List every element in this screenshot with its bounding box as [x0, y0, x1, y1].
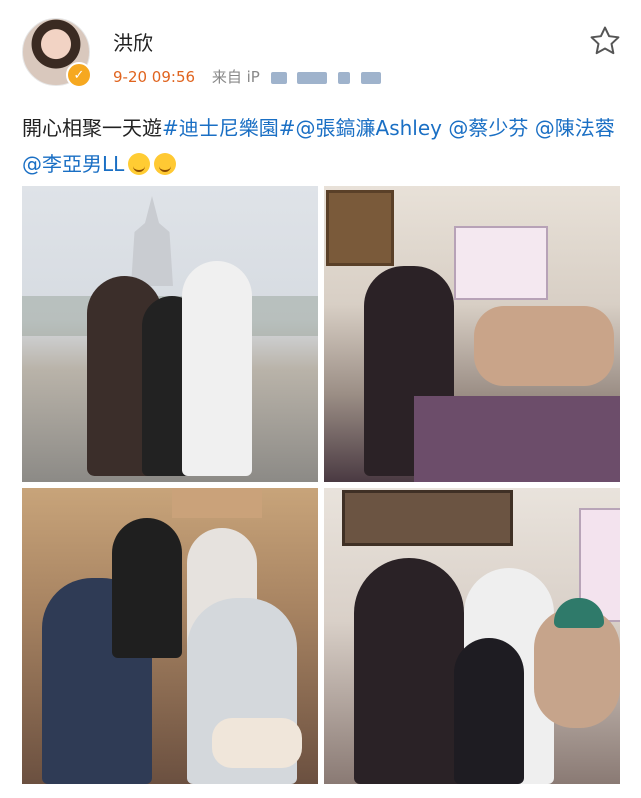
post-source: 来自 iP [211, 68, 260, 86]
post-header: ✓ 洪欣 9-20 09:56 来自 iP [0, 0, 641, 100]
mention-link[interactable]: @李亞男LL [22, 152, 124, 176]
avatar[interactable]: ✓ [22, 18, 92, 88]
post-meta: 9-20 09:56 来自 iP [113, 66, 381, 87]
hashtag-link[interactable]: #迪士尼樂園# [162, 116, 296, 140]
wall-painting [342, 490, 513, 546]
surprised-emoji [154, 153, 177, 175]
post-text: 開心相聚一天遊#迪士尼樂園#@張鎬濂Ashley @蔡少芬 @陳法蓉 @李亞男L… [22, 110, 618, 182]
redacted-block [297, 71, 328, 84]
post-timestamp: 9-20 09:56 [113, 68, 196, 86]
ceiling-lamp [172, 488, 262, 518]
wall-painting [326, 190, 394, 266]
mention-link[interactable]: @張鎬濂Ashley [296, 116, 442, 140]
table [414, 396, 620, 482]
mention-link[interactable]: @蔡少芬 [448, 116, 528, 140]
redacted-block [338, 71, 351, 84]
star-outline-icon[interactable] [588, 24, 622, 58]
photo-castle-family[interactable] [22, 186, 318, 482]
verified-badge-icon: ✓ [66, 62, 92, 88]
person-woman [112, 518, 182, 658]
redacted-block [270, 71, 287, 84]
post-text-lead: 開心相聚一天遊 [22, 116, 162, 140]
plush-toys [474, 306, 614, 386]
photo-group-friends[interactable] [22, 488, 318, 784]
cake-stand [212, 718, 302, 768]
person-man [182, 261, 252, 476]
mention-link[interactable]: @陳法蓉 [535, 116, 615, 140]
username[interactable]: 洪欣 [113, 27, 153, 56]
photo-kids-duffy[interactable] [324, 488, 620, 784]
window-display [454, 226, 548, 300]
redacted-block [360, 71, 381, 84]
person-child [454, 638, 524, 784]
person-woman [354, 558, 464, 784]
smile-emoji [128, 153, 151, 175]
castle-silhouette [131, 196, 173, 286]
photo-cafe-duffy[interactable] [324, 186, 620, 482]
